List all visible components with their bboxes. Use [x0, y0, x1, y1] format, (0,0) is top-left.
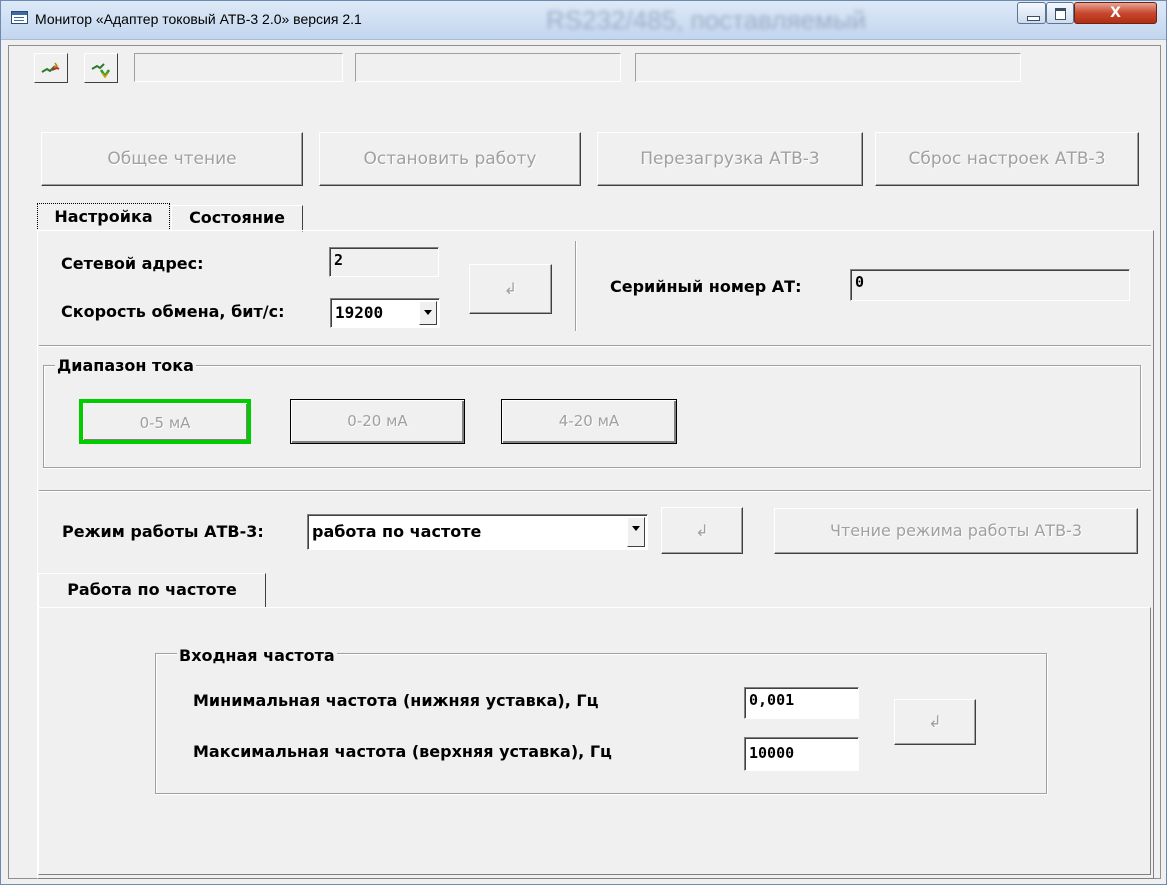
- app-window: Монитор «Адаптер токовый АТВ-3 2.0» верс…: [0, 0, 1167, 885]
- range-4-20-button[interactable]: 4-20 мА: [501, 399, 677, 444]
- serial-number-field: 0: [850, 269, 1130, 301]
- close-button[interactable]: X: [1074, 2, 1157, 24]
- input-frequency-title: Входная частота: [177, 646, 337, 665]
- window-title: Монитор «Адаптер токовый АТВ-3 2.0» верс…: [35, 11, 362, 27]
- reboot-label: Перезагрузка АТВ-3: [640, 149, 820, 169]
- stop-button[interactable]: Остановить работу: [319, 132, 581, 186]
- section-divider-2: [39, 490, 1151, 492]
- enter-icon: ↲: [503, 279, 518, 298]
- reset-settings-label: Сброс настроек АТВ-3: [908, 149, 1106, 169]
- minimize-button[interactable]: [1017, 2, 1046, 24]
- max-frequency-label: Максимальная частота (верхняя уставка), …: [193, 742, 612, 761]
- chevron-down-icon[interactable]: [419, 301, 437, 325]
- app-window-icon[interactable]: [11, 11, 28, 24]
- enter-icon: ↲: [928, 712, 942, 731]
- enter-icon: ↲: [695, 521, 709, 540]
- title-bar[interactable]: Монитор «Адаптер токовый АТВ-3 2.0» верс…: [1, 1, 1166, 40]
- status-field-3: [635, 53, 1021, 82]
- apply-frequency-button[interactable]: ↲: [894, 699, 976, 745]
- window-title-blurred: RS232/485, поставляемый: [546, 5, 867, 35]
- maximize-icon: [1055, 8, 1066, 20]
- port-settings-button[interactable]: [84, 53, 118, 83]
- section-divider: [39, 345, 1151, 347]
- read-all-button[interactable]: Общее чтение: [41, 132, 303, 186]
- apply-network-button[interactable]: ↲: [469, 264, 552, 314]
- minimize-icon: [1027, 16, 1040, 21]
- min-frequency-field[interactable]: 0,001: [744, 687, 859, 719]
- status-field-2: [355, 53, 621, 82]
- mode-value: работа по частоте: [312, 522, 482, 541]
- connect-icon: [41, 62, 60, 73]
- reset-settings-button[interactable]: Сброс настроек АТВ-3: [875, 132, 1139, 186]
- read-mode-label: Чтение режима работы АТВ-3: [830, 521, 1082, 540]
- exchange-speed-label: Скорость обмена, бит/с:: [61, 302, 285, 321]
- range-0-5-label: 0-5 мА: [139, 414, 191, 432]
- range-4-20-label: 4-20 мА: [558, 412, 620, 430]
- serial-number-label: Серийный номер АТ:: [610, 277, 802, 296]
- current-range-title: Диапазон тока: [55, 356, 196, 375]
- reboot-button[interactable]: Перезагрузка АТВ-3: [597, 132, 863, 186]
- read-mode-button[interactable]: Чтение режима работы АТВ-3: [774, 508, 1138, 554]
- status-field-1: [134, 53, 343, 82]
- connect-button[interactable]: [34, 53, 68, 83]
- network-address-label: Сетевой адрес:: [61, 254, 204, 273]
- apply-mode-button[interactable]: ↲: [661, 507, 743, 554]
- exchange-speed-select[interactable]: 19200: [330, 298, 440, 328]
- read-all-label: Общее чтение: [107, 149, 237, 169]
- range-0-20-label: 0-20 мА: [347, 412, 408, 430]
- caption-buttons: X: [1017, 2, 1157, 24]
- range-0-5-button[interactable]: 0-5 мА: [79, 399, 251, 444]
- max-frequency-field[interactable]: 10000: [744, 737, 859, 771]
- mode-select[interactable]: работа по частоте: [307, 514, 648, 550]
- maximize-button[interactable]: [1046, 2, 1074, 24]
- network-address-field[interactable]: 2: [329, 247, 439, 277]
- exchange-speed-value: 19200: [335, 303, 384, 322]
- mode-label: Режим работы АТВ-3:: [62, 522, 264, 541]
- tab-settings[interactable]: Настройка: [37, 203, 170, 231]
- stop-label: Остановить работу: [363, 149, 537, 169]
- vertical-divider: [575, 241, 577, 331]
- chevron-down-icon[interactable]: [627, 517, 645, 547]
- min-frequency-label: Минимальная частота (нижняя уставка), Гц: [193, 691, 599, 710]
- tab-state[interactable]: Состояние: [171, 205, 303, 232]
- close-icon: X: [1110, 5, 1121, 21]
- range-0-20-button[interactable]: 0-20 мА: [290, 399, 465, 444]
- port-settings-icon: [91, 63, 111, 78]
- tab-frequency-mode[interactable]: Работа по частоте: [38, 573, 266, 608]
